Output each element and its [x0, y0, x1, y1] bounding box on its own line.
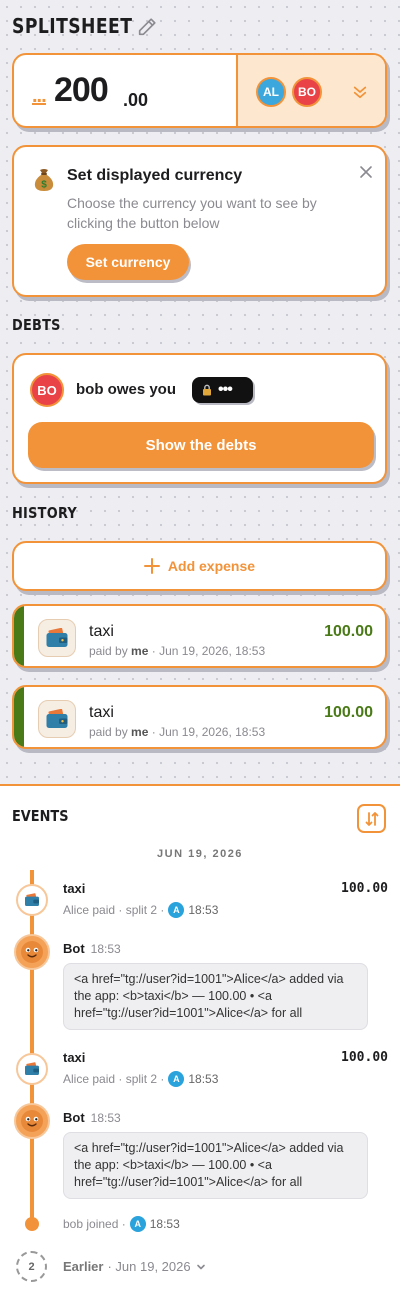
earlier-count-badge: 2 — [16, 1251, 47, 1282]
pencil-icon[interactable] — [136, 16, 158, 38]
wallet-icon — [38, 700, 76, 738]
avatar-bob: BO — [292, 77, 322, 107]
members-toggle[interactable]: AL BO — [236, 55, 385, 126]
bot-avatar-icon — [14, 1103, 50, 1139]
bot-name: Bot 18:53 — [63, 941, 121, 956]
expense-amount: 100.00 — [324, 623, 373, 640]
wallet-icon — [16, 884, 48, 916]
currency-notice-title: Set displayed currency — [67, 167, 243, 184]
wallet-icon — [16, 1053, 48, 1085]
balance-card[interactable]: ... 200 .00 AL BO — [12, 53, 387, 128]
chevron-down-icon — [196, 1264, 205, 1269]
app-title: SPLITSHEET — [12, 14, 133, 38]
debts-card: BO bob owes you ••• Show the debts — [12, 353, 387, 484]
wallet-icon — [38, 619, 76, 657]
timeline-dot — [25, 1217, 39, 1231]
add-expense-label: Add expense — [167, 558, 256, 574]
avatar-bob: BO — [30, 373, 64, 407]
bot-name: Bot 18:53 — [63, 1110, 121, 1125]
hidden-debt-amount[interactable]: ••• — [192, 377, 253, 403]
earlier-events-toggle[interactable]: Earlier · Jun 19, 2026 — [63, 1259, 207, 1274]
sort-button[interactable] — [357, 804, 386, 833]
event-title: taxi — [63, 881, 86, 896]
close-icon[interactable] — [359, 165, 373, 179]
event-amount: 100.00 — [341, 881, 388, 896]
plus-icon — [143, 558, 160, 574]
avatar-alice: AL — [256, 77, 286, 107]
debt-summary: bob owes you — [76, 381, 177, 398]
svg-text:$: $ — [41, 180, 47, 191]
events-heading: EVENTS — [12, 807, 69, 825]
event-title: taxi — [63, 1050, 86, 1065]
timeline-line — [30, 870, 34, 1226]
bot-avatar-icon — [14, 934, 50, 970]
join-event: bob joined · A 18:53 — [63, 1216, 180, 1232]
hidden-amount-dots: ••• — [218, 381, 233, 398]
expense-row[interactable]: taxi paid by me · Jun 19, 2026, 18:53 10… — [12, 604, 387, 668]
event-meta: Alice paid · split 2 · A 18:53 — [63, 1071, 219, 1087]
add-expense-button[interactable]: Add expense — [12, 541, 387, 591]
date-separator: JUN 19, 2026 — [157, 848, 243, 860]
expense-name: taxi — [89, 623, 114, 640]
bot-message: <a href="tg://user?id=1001">Alice</a> ad… — [63, 1132, 368, 1199]
avatar-alice: A — [168, 1071, 185, 1087]
expense-amount: 100.00 — [324, 704, 373, 721]
currency-notice-description: Choose the currency you want to see by c… — [67, 195, 317, 231]
money-bag-icon: $ — [34, 169, 54, 191]
show-debts-button[interactable]: Show the debts — [28, 422, 374, 468]
debts-heading: DEBTS — [12, 316, 61, 334]
bot-message: <a href="tg://user?id=1001">Alice</a> ad… — [63, 963, 368, 1030]
sort-icon — [365, 811, 378, 826]
lock-icon — [203, 384, 211, 396]
avatar-alice: A — [168, 902, 185, 918]
double-chevron-down-icon[interactable] — [351, 83, 369, 101]
avatar-alice: A — [129, 1216, 146, 1232]
expense-meta: paid by me · Jun 19, 2026, 18:53 — [89, 644, 266, 658]
hidden-prefix: ... — [32, 85, 47, 107]
expense-meta: paid by me · Jun 19, 2026, 18:53 — [89, 725, 266, 739]
event-meta: Alice paid · split 2 · A 18:53 — [63, 902, 219, 918]
balance-amount: ... 200 .00 — [14, 55, 236, 126]
set-currency-button[interactable]: Set currency — [67, 244, 189, 280]
history-heading: HISTORY — [12, 504, 78, 522]
balance-decimal: .00 — [123, 90, 149, 110]
events-panel — [0, 786, 400, 1315]
expense-name: taxi — [89, 704, 114, 721]
expense-row[interactable]: taxi paid by me · Jun 19, 2026, 18:53 10… — [12, 685, 387, 749]
balance-integer: 200 — [54, 71, 109, 109]
currency-notice-card: $ Set displayed currency Choose the curr… — [12, 145, 387, 297]
event-amount: 100.00 — [341, 1050, 388, 1065]
